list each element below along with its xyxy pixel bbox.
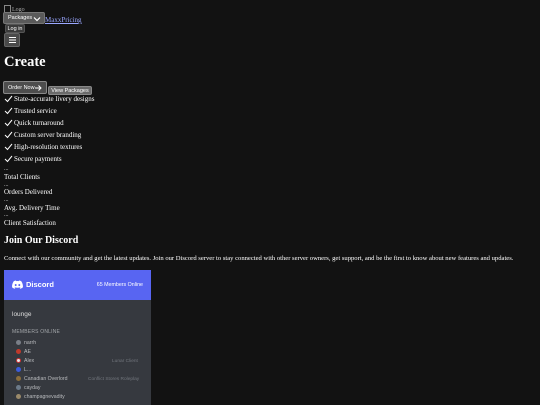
member-name: cayday [24, 384, 41, 391]
member-item[interactable]: champagnevadity [16, 393, 65, 400]
discord-heading: Join Our Discord [4, 235, 79, 246]
check-icon [4, 131, 13, 139]
member-name: narrh [24, 339, 37, 346]
feature-item: Trusted service [4, 107, 57, 115]
member-name: Canadian Overlord [24, 375, 68, 382]
feature-item: High-resolution textures [4, 143, 82, 151]
discord-widget[interactable]: Discord 65 Members Online lounge MEMBERS… [4, 270, 151, 405]
feature-label: State-accurate livery designs [14, 95, 95, 103]
feature-label: Trusted service [14, 107, 57, 115]
stat-value: ... [4, 212, 9, 218]
check-icon [4, 143, 13, 151]
feature-label: Quick turnaround [14, 119, 64, 127]
view-packages-button[interactable]: View Packages [48, 86, 92, 95]
page-title: Create [4, 54, 46, 70]
feature-label: Secure payments [14, 155, 62, 163]
discord-logo[interactable]: Discord [12, 280, 54, 289]
feature-item: Custom server branding [4, 131, 81, 139]
packages-dropdown-button[interactable]: Packages [3, 12, 45, 24]
member-item[interactable]: AE [16, 348, 31, 355]
arrow-right-icon [35, 85, 42, 91]
member-game: Lunar Client [112, 359, 138, 364]
discord-widget-header: Discord 65 Members Online [4, 270, 151, 300]
stat-label: Total Clients [4, 173, 40, 181]
member-name: Alex [24, 357, 35, 364]
feature-label: Custom server branding [14, 131, 82, 139]
order-now-label: Order Now [8, 84, 35, 91]
members-online-title: MEMBERS ONLINE [12, 329, 61, 335]
member-name: AE [24, 348, 31, 355]
order-now-button[interactable]: Order Now [3, 81, 47, 94]
avatar [16, 394, 21, 399]
feature-item: State-accurate livery designs [4, 95, 94, 103]
feature-label: High-resolution textures [14, 143, 83, 151]
members-online-count: 65 Members Online [96, 282, 143, 288]
stat-value: ... [4, 197, 9, 203]
chevron-down-icon [33, 17, 41, 22]
member-item[interactable]: cayday [16, 384, 40, 391]
check-icon [4, 155, 13, 163]
maxxpricing-link[interactable]: MaxxPricing [45, 16, 82, 24]
member-item[interactable]: L... [16, 366, 31, 373]
member-item[interactable]: narrh [16, 339, 36, 346]
feature-item: Quick turnaround [4, 119, 64, 127]
avatar [16, 376, 21, 381]
hamburger-icon [8, 37, 16, 43]
menu-button[interactable] [4, 33, 20, 47]
member-name: L... [24, 366, 32, 373]
check-icon [4, 119, 13, 127]
avatar [16, 367, 21, 372]
channel-name[interactable]: lounge [12, 311, 32, 318]
discord-brand-text: Discord [26, 280, 54, 289]
discord-icon [12, 280, 23, 289]
member-item[interactable]: Alex [16, 357, 34, 364]
member-item[interactable]: Canadian Overlord [16, 375, 68, 382]
member-name: champagnevadity [24, 393, 65, 400]
stat-value: ... [4, 166, 9, 172]
check-icon [4, 107, 13, 115]
avatar [16, 340, 21, 345]
stat-label: Client Satisfaction [4, 219, 56, 227]
avatar [16, 349, 21, 354]
packages-label: Packages [8, 15, 33, 21]
check-icon [4, 95, 13, 103]
stat-label: Avg. Delivery Time [4, 204, 60, 212]
avatar [16, 358, 21, 363]
stat-label: Orders Delivered [4, 188, 53, 196]
feature-item: Secure payments [4, 155, 62, 163]
login-button[interactable]: Log in [5, 24, 25, 33]
discord-description: Connect with our community and get the l… [4, 255, 514, 262]
avatar [16, 385, 21, 390]
member-game: Conflict Stores Roleplay [88, 377, 140, 382]
